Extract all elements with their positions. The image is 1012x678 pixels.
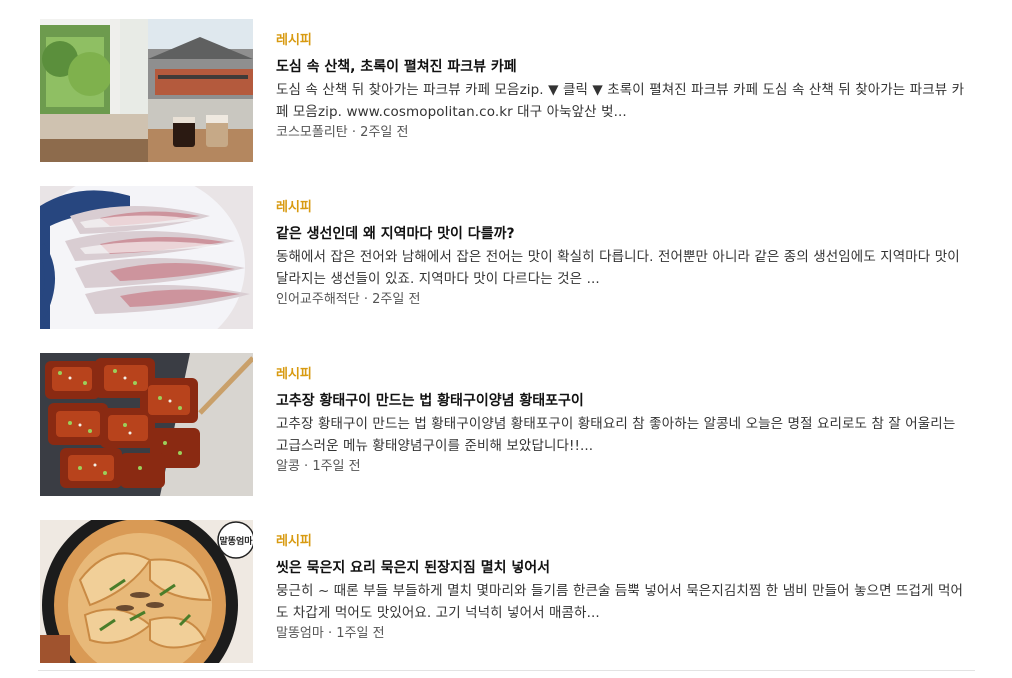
- list-item[interactable]: 레시피 도심 속 산책, 초록이 펼쳐진 파크뷰 카페 도심 속 산책 뒤 찾아…: [40, 19, 975, 162]
- meta-separator: ·: [359, 292, 373, 307]
- braised-kimchi-image: 말똥엄마: [40, 520, 253, 663]
- thumbnail-grilled-pollock[interactable]: [40, 353, 253, 496]
- item-description: 뭉근히 ~ 때론 부들 부들하게 멸치 몇마리와 들기름 한큰술 듬뿍 넣어서 …: [276, 583, 964, 621]
- meta-separator: ·: [347, 125, 361, 140]
- item-content: 레시피 씻은 묵은지 요리 묵은지 된장지짐 멸치 넣어서 뭉근히 ~ 때론 부…: [276, 534, 966, 643]
- category-label: 레시피: [276, 534, 312, 549]
- item-meta: 인어교주해적단 · 2주일 전: [276, 291, 966, 309]
- item-content: 레시피 고추장 황태구이 만드는 법 황태구이양념 황태포구이 고추장 황태구이…: [276, 367, 966, 476]
- item-title-link[interactable]: 같은 생선인데 왜 지역마다 맛이 다를까?: [276, 225, 966, 243]
- thumbnail-braised-kimchi[interactable]: 말똥엄마: [40, 520, 253, 663]
- grilled-pollock-image: [40, 353, 253, 496]
- source-name[interactable]: 알콩: [276, 459, 300, 474]
- cafe-terrace-image: [40, 19, 253, 162]
- item-description: 고추장 황태구이 만드는 법 황태구이양념 황태포구이 황태요리 참 좋아하는 …: [276, 416, 956, 454]
- category-label: 레시피: [276, 200, 312, 215]
- post-time: 2주일 전: [360, 125, 409, 140]
- meta-separator: ·: [299, 459, 313, 474]
- source-name[interactable]: 인어교주해적단: [276, 292, 360, 307]
- content-feed-list: 레시피 도심 속 산책, 초록이 펼쳐진 파크뷰 카페 도심 속 산책 뒤 찾아…: [40, 19, 975, 663]
- thumbnail-cafe-terrace[interactable]: [40, 19, 253, 162]
- thumbnail-raw-fish[interactable]: [40, 186, 253, 329]
- item-description: 도심 속 산책 뒤 찾아가는 파크뷰 카페 모음zip. ▼ 클릭 ▼ 초록이 …: [276, 82, 965, 120]
- source-name[interactable]: 말똥엄마: [276, 626, 324, 641]
- item-title-link[interactable]: 고추장 황태구이 만드는 법 황태구이양념 황태포구이: [276, 392, 966, 410]
- post-time: 1주일 전: [312, 459, 361, 474]
- item-title-link[interactable]: 도심 속 산책, 초록이 펼쳐진 파크뷰 카페: [276, 58, 966, 76]
- source-name[interactable]: 코스모폴리탄: [276, 125, 348, 140]
- meta-separator: ·: [323, 626, 337, 641]
- sliced-raw-fish-image: [40, 186, 253, 329]
- list-divider: [38, 670, 975, 671]
- item-meta: 코스모폴리탄 · 2주일 전: [276, 124, 966, 142]
- watermark-text: 말똥엄마: [219, 535, 253, 547]
- item-content: 레시피 같은 생선인데 왜 지역마다 맛이 다를까? 동해에서 잡은 전어와 남…: [276, 200, 966, 309]
- item-meta: 말똥엄마 · 1주일 전: [276, 625, 966, 643]
- category-label: 레시피: [276, 367, 312, 382]
- list-item[interactable]: 레시피 고추장 황태구이 만드는 법 황태구이양념 황태포구이 고추장 황태구이…: [40, 353, 975, 496]
- item-title-link[interactable]: 씻은 묵은지 요리 묵은지 된장지짐 멸치 넣어서: [276, 559, 966, 577]
- list-item[interactable]: 말똥엄마 레시피 씻은 묵은지 요리 묵은지 된장지짐 멸치 넣어서 뭉근히 ~…: [40, 520, 975, 663]
- post-time: 1주일 전: [336, 626, 385, 641]
- item-meta: 알콩 · 1주일 전: [276, 458, 966, 476]
- item-description: 동해에서 잡은 전어와 남해에서 잡은 전어는 맛이 확실히 다릅니다. 전어뿐…: [276, 249, 960, 287]
- category-label: 레시피: [276, 33, 312, 48]
- item-content: 레시피 도심 속 산책, 초록이 펼쳐진 파크뷰 카페 도심 속 산책 뒤 찾아…: [276, 33, 966, 142]
- list-item[interactable]: 레시피 같은 생선인데 왜 지역마다 맛이 다를까? 동해에서 잡은 전어와 남…: [40, 186, 975, 329]
- post-time: 2주일 전: [372, 292, 421, 307]
